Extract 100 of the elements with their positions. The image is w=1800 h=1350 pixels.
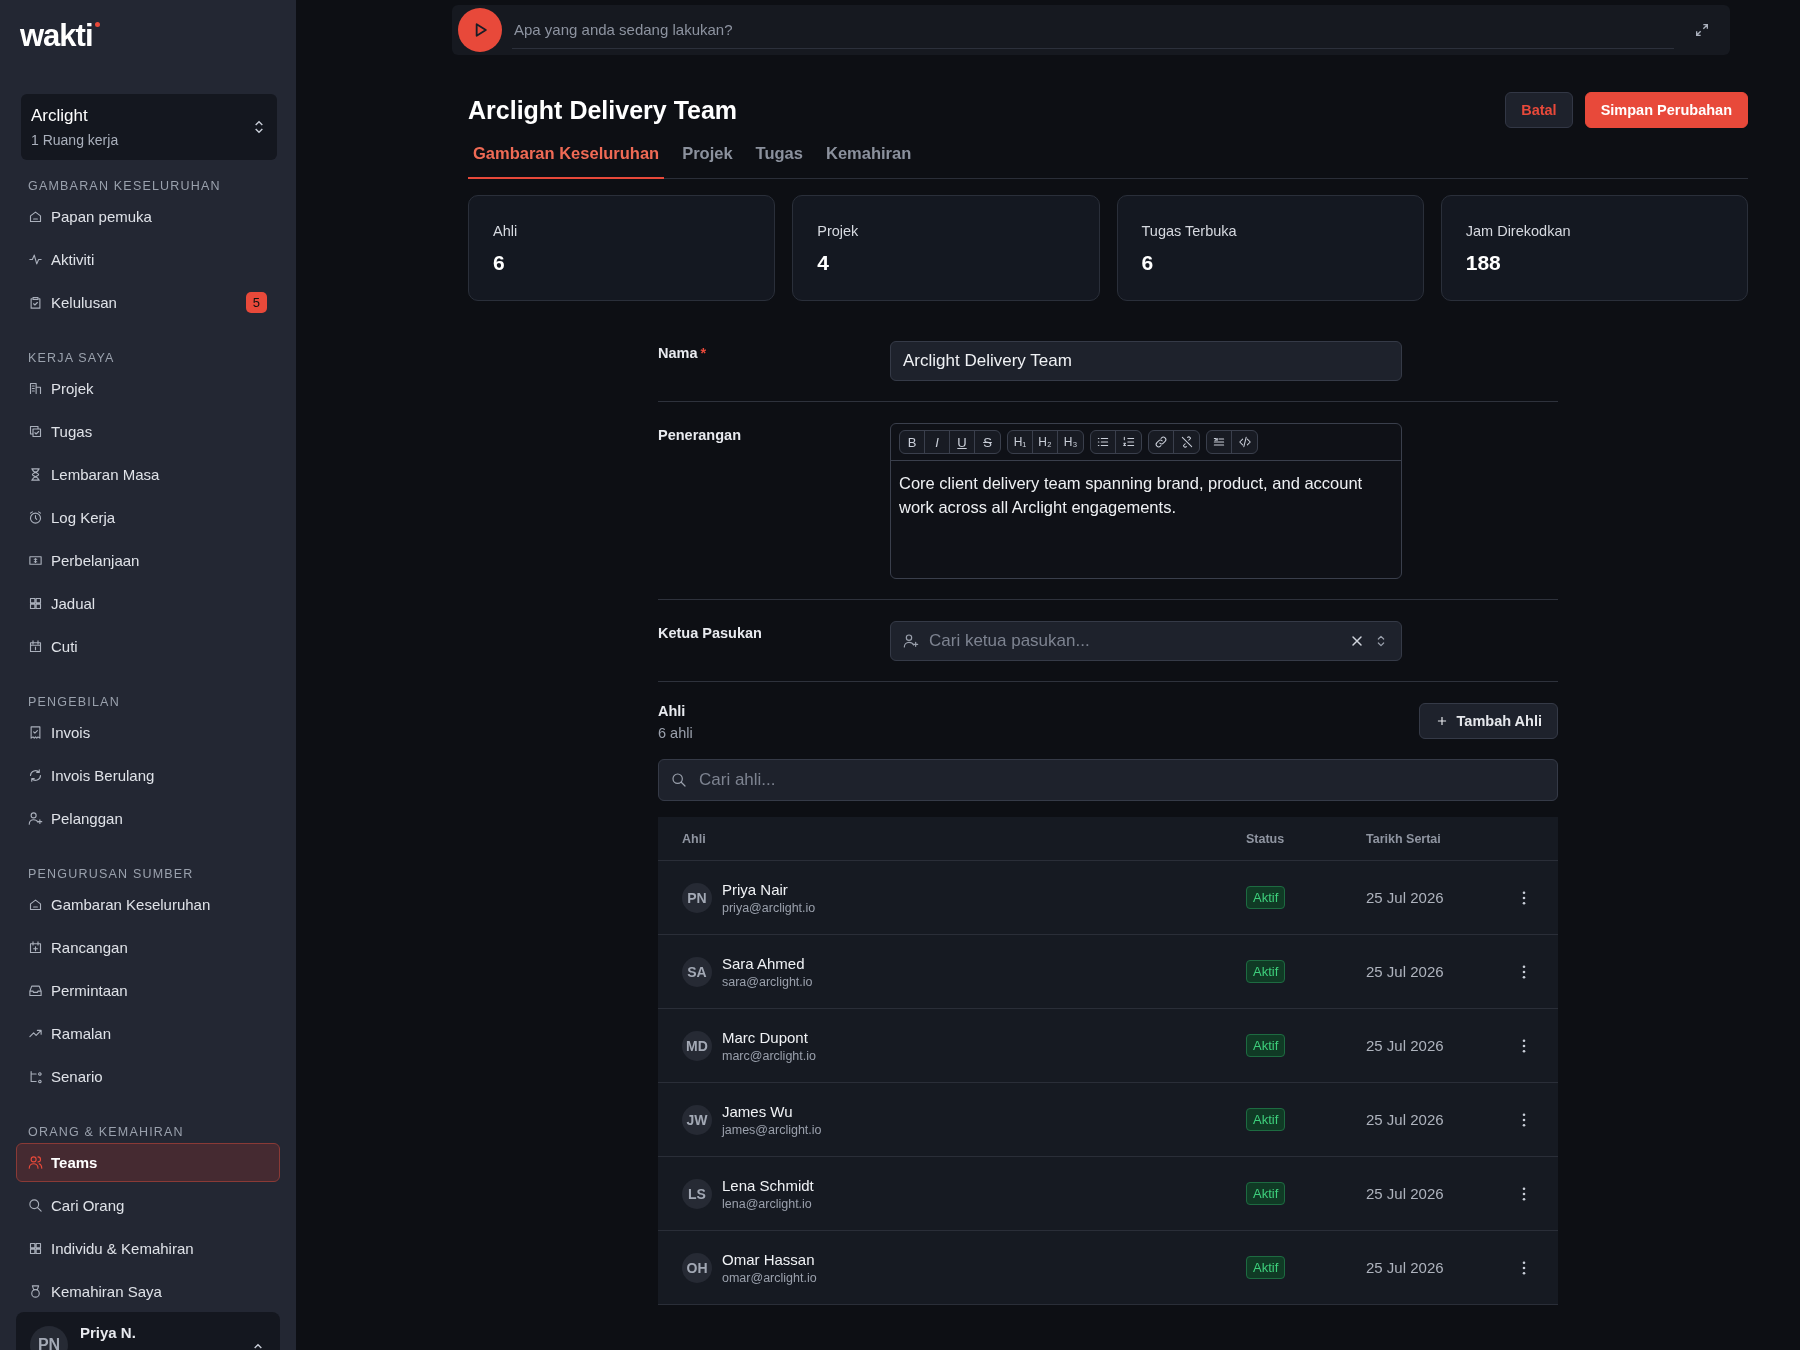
tab[interactable]: Kemahiran bbox=[820, 136, 917, 179]
tab[interactable]: Gambaran Keseluruhan bbox=[468, 136, 665, 179]
leader-search-input[interactable]: Cari ketua pasukan... bbox=[927, 630, 1341, 652]
sidebar-item[interactable]: Pelanggan bbox=[16, 799, 280, 838]
user-card[interactable]: PN Priya N. bbox=[16, 1312, 280, 1350]
sidebar-item[interactable]: Perbelanjaan bbox=[16, 541, 280, 580]
tab[interactable]: Tugas bbox=[750, 136, 808, 179]
stat-label: Tugas Terbuka bbox=[1141, 223, 1238, 239]
status-badge: Aktif bbox=[1246, 960, 1286, 983]
section-heading: GAMBARAN KESELURUHAN bbox=[27, 178, 222, 195]
sidebar-item[interactable]: Tugas bbox=[16, 412, 280, 451]
workspace-switcher[interactable]: Arclight 1 Ruang kerja bbox=[21, 94, 277, 160]
join-date: 25 Jul 2026 bbox=[1366, 962, 1444, 980]
clear-icon[interactable] bbox=[1349, 633, 1365, 649]
tab[interactable]: Projek bbox=[677, 136, 738, 179]
format-button[interactable]: U bbox=[950, 431, 975, 453]
format-button[interactable]: H₃ bbox=[1058, 431, 1083, 453]
numbered-list-icon bbox=[1121, 435, 1136, 449]
grid-icon bbox=[28, 1241, 43, 1256]
grid-icon bbox=[28, 596, 43, 611]
sidebar-item[interactable]: Cari Orang bbox=[16, 1186, 280, 1225]
sidebar-item[interactable]: Rancangan bbox=[16, 928, 280, 967]
calendar-plus-icon bbox=[28, 940, 43, 955]
more-icon[interactable] bbox=[1522, 1260, 1526, 1275]
task-input[interactable]: Apa yang anda sedang lakukan? bbox=[512, 11, 1674, 49]
more-icon[interactable] bbox=[1522, 964, 1526, 979]
format-button[interactable]: B bbox=[900, 431, 925, 453]
sidebar-item[interactable]: Projek bbox=[16, 369, 280, 408]
section-heading: PENGEBILAN bbox=[27, 694, 121, 711]
description-editor[interactable]: B I U S H₁ H₂ H₃ Core client delivery team spanning brand, product, and account work across all Arclight engagements. bbox=[890, 423, 1402, 579]
logo-dot-icon bbox=[94, 22, 100, 27]
join-date: 25 Jul 2026 bbox=[1366, 1036, 1444, 1054]
more-icon[interactable] bbox=[1522, 1038, 1526, 1053]
member-search-field[interactable]: Cari ahli... bbox=[658, 759, 1558, 801]
sidebar-item[interactable]: Permintaan bbox=[16, 971, 280, 1010]
logo: wakti bbox=[20, 18, 93, 53]
field-label: Penerangan bbox=[658, 427, 741, 443]
sidebar-item[interactable]: Kelulusan 5 bbox=[16, 283, 280, 322]
section-heading: ORANG & KEMAHIRAN bbox=[27, 1124, 185, 1141]
page-title: Arclight Delivery Team bbox=[468, 95, 738, 125]
user-plus-icon bbox=[903, 633, 919, 649]
avatar: SA bbox=[682, 956, 712, 987]
member-count: 6 ahli bbox=[658, 725, 693, 741]
search-icon bbox=[28, 1198, 43, 1213]
field-label: Ketua Pasukan bbox=[658, 625, 762, 641]
sidebar-item[interactable]: Log Kerja bbox=[16, 498, 280, 537]
stat-value: 6 bbox=[1141, 251, 1155, 275]
sidebar-item[interactable]: Gambaran Keseluruhan bbox=[16, 885, 280, 924]
hourglass-icon bbox=[28, 467, 43, 482]
more-icon[interactable] bbox=[1522, 890, 1526, 905]
sidebar-item[interactable]: Jadual bbox=[16, 584, 280, 623]
member-search-input[interactable]: Cari ahli... bbox=[697, 769, 1545, 791]
pulse-icon bbox=[28, 252, 43, 267]
avatar: LS bbox=[682, 1178, 712, 1209]
link-icon bbox=[1154, 435, 1168, 449]
stat-value: 4 bbox=[817, 251, 830, 275]
more-icon[interactable] bbox=[1522, 1112, 1526, 1127]
sidebar-item[interactable]: Senario bbox=[16, 1057, 280, 1096]
status-badge: Aktif bbox=[1246, 1108, 1286, 1131]
join-date: 25 Jul 2026 bbox=[1366, 888, 1444, 906]
expand-icon[interactable] bbox=[1694, 22, 1710, 38]
inbox-icon bbox=[28, 983, 43, 998]
unlink-icon bbox=[1179, 435, 1194, 449]
count-badge: 5 bbox=[245, 292, 267, 313]
member-name: James Wu bbox=[722, 1102, 794, 1120]
member-email: sara@arclight.io bbox=[722, 974, 813, 989]
format-button[interactable]: S bbox=[975, 431, 1000, 453]
search-icon bbox=[671, 772, 687, 788]
add-member-button[interactable]: Tambah Ahli bbox=[1418, 703, 1558, 739]
receipt-icon bbox=[28, 725, 43, 740]
quote-icon bbox=[1212, 435, 1226, 449]
sidebar-item[interactable]: Individu & Kemahiran bbox=[16, 1229, 280, 1268]
sidebar-item[interactable]: Teams bbox=[16, 1143, 280, 1182]
building-icon bbox=[28, 381, 43, 396]
section-heading: PENGURUSAN SUMBER bbox=[27, 866, 195, 883]
sidebar-item[interactable]: Aktiviti bbox=[16, 240, 280, 279]
format-button[interactable]: I bbox=[925, 431, 950, 453]
cancel-button[interactable]: Batal bbox=[1505, 92, 1573, 128]
sidebar-item[interactable]: Kemahiran Saya bbox=[16, 1272, 280, 1311]
column-header: Status bbox=[1246, 831, 1286, 846]
sidebar-item[interactable]: Papan pemuka bbox=[16, 197, 280, 236]
format-button[interactable]: H₁ bbox=[1008, 431, 1033, 453]
sidebar-item[interactable]: Cuti bbox=[16, 627, 280, 666]
sidebar-item[interactable]: Ramalan bbox=[16, 1014, 280, 1053]
field-label: Nama bbox=[658, 345, 698, 361]
save-button[interactable]: Simpan Perubahan bbox=[1584, 92, 1748, 128]
user-plus-icon bbox=[28, 811, 43, 826]
member-name: Marc Dupont bbox=[722, 1028, 809, 1046]
clipboard-icon bbox=[28, 295, 43, 310]
leader-select[interactable]: Cari ketua pasukan... bbox=[890, 621, 1402, 661]
format-button[interactable]: H₂ bbox=[1033, 431, 1058, 453]
sidebar-item[interactable]: Invois Berulang bbox=[16, 756, 280, 795]
name-field[interactable]: Arclight Delivery Team bbox=[890, 341, 1402, 381]
more-icon[interactable] bbox=[1522, 1186, 1526, 1201]
sidebar-item[interactable]: Lembaran Masa bbox=[16, 455, 280, 494]
member-email: james@arclight.io bbox=[722, 1122, 822, 1137]
branch-icon bbox=[28, 1069, 43, 1084]
play-button[interactable] bbox=[458, 8, 502, 52]
sidebar-item[interactable]: Invois bbox=[16, 713, 280, 752]
timer-bar[interactable]: Apa yang anda sedang lakukan? bbox=[452, 5, 1730, 55]
